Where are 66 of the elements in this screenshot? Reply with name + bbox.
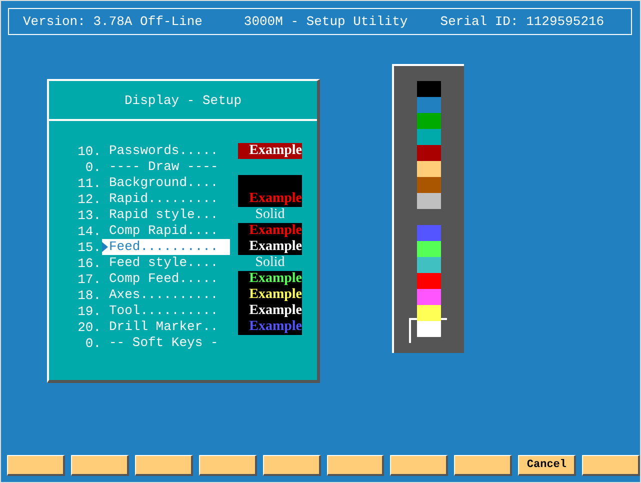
color-swatch[interactable] — [417, 273, 441, 289]
option-number: 0. — [84, 160, 101, 174]
dialog-title: Display - Setup — [124, 92, 242, 108]
color-swatch[interactable] — [417, 193, 441, 209]
soft-key[interactable] — [7, 455, 65, 476]
sample-text: Example — [249, 288, 302, 302]
option-number: 10. — [76, 144, 101, 158]
option-label[interactable]: Passwords..... — [102, 143, 230, 159]
sample-text: Example — [249, 192, 302, 206]
option-number: 0. — [84, 336, 101, 350]
line-style-value: Solid — [254, 207, 286, 223]
color-swatch[interactable] — [417, 129, 441, 145]
sample-text: Example — [249, 304, 302, 318]
color-swatch[interactable] — [417, 161, 441, 177]
color-swatch[interactable] — [417, 241, 441, 257]
option-label[interactable]: Rapid style... — [102, 207, 230, 223]
option-number: 12. — [76, 192, 101, 206]
option-label[interactable]: Feed.......... — [102, 239, 230, 255]
app-title: 3000M - Setup Utility — [244, 14, 409, 29]
option-label[interactable]: Drill Marker.. — [102, 319, 230, 335]
option-number: 16. — [76, 256, 101, 270]
option-label[interactable]: Tool.......... — [102, 303, 230, 319]
soft-key[interactable] — [198, 455, 257, 476]
soft-key[interactable] — [70, 455, 129, 476]
soft-key[interactable] — [134, 455, 193, 476]
soft-key[interactable] — [454, 455, 512, 476]
color-swatch[interactable] — [417, 145, 441, 161]
color-swatch[interactable] — [417, 305, 441, 321]
option-label[interactable]: Feed style.... — [102, 255, 230, 271]
option-number: 20. — [76, 320, 101, 334]
option-label[interactable]: -- Soft Keys - — [102, 335, 230, 351]
soft-key[interactable] — [390, 455, 448, 476]
option-label[interactable]: Comp Rapid.... — [102, 223, 230, 239]
color-swatch[interactable] — [417, 257, 441, 273]
option-number: 17. — [76, 272, 101, 286]
color-swatch[interactable] — [417, 81, 441, 97]
option-label[interactable]: Background.... — [102, 175, 230, 191]
serial-text: Serial ID: 1129595216 — [440, 14, 606, 29]
color-swatch[interactable] — [417, 97, 441, 113]
color-swatch[interactable] — [417, 321, 441, 337]
version-text: Version: 3.78A Off-Line — [23, 14, 204, 29]
sample-text: Example — [249, 224, 302, 238]
soft-key[interactable] — [582, 455, 640, 476]
option-label[interactable]: ---- Draw ---- — [102, 159, 230, 175]
option-number: 18. — [76, 288, 101, 302]
option-label[interactable]: Comp Feed..... — [102, 271, 230, 287]
soft-key[interactable] — [326, 455, 384, 476]
option-number: 19. — [76, 304, 101, 318]
sample-text: Example — [249, 240, 302, 254]
sample-text: Example — [249, 144, 302, 158]
pointer-icon — [102, 242, 108, 252]
color-swatch[interactable] — [417, 177, 441, 193]
option-number: 13. — [76, 208, 101, 222]
option-label[interactable]: Axes.......... — [102, 287, 230, 303]
line-style-value: Solid — [254, 255, 286, 271]
color-swatch[interactable] — [417, 113, 441, 129]
option-number: 14. — [76, 224, 101, 238]
soft-key[interactable]: Cancel — [518, 455, 576, 476]
option-number: 15. — [76, 240, 101, 254]
sample-text: Example — [249, 272, 302, 286]
sample-text: Example — [249, 320, 302, 334]
option-label[interactable]: Rapid......... — [102, 191, 230, 207]
color-swatch[interactable] — [417, 289, 441, 305]
option-number: 11. — [76, 176, 101, 190]
soft-key[interactable] — [262, 455, 321, 476]
color-swatch[interactable] — [417, 225, 441, 241]
